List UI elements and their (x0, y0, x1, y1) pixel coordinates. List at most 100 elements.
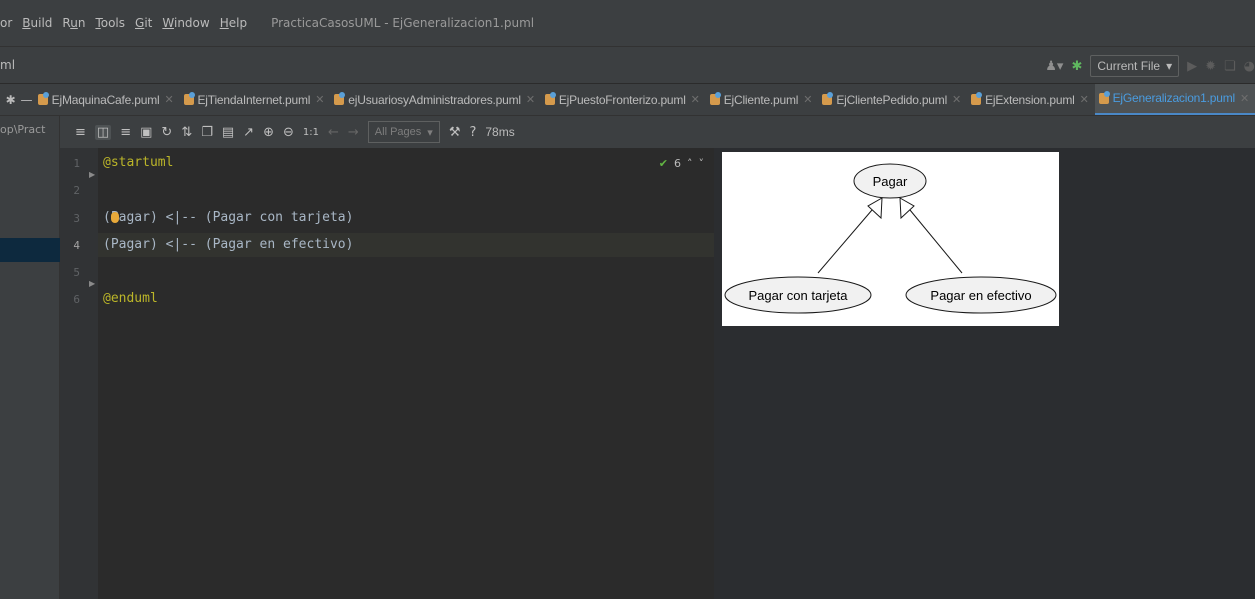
tab-ejcliente[interactable]: EjCliente.puml ✕ (706, 84, 819, 115)
minimize-icon[interactable]: — (19, 93, 33, 107)
chevron-up-icon[interactable]: ˄ (687, 157, 693, 170)
close-icon[interactable]: ✕ (315, 93, 324, 106)
diagram-svg: Pagar Pagar con tarjeta Pagar en efectiv… (724, 163, 1057, 314)
tab-label: EjPuestoFronterizo.puml (558, 92, 686, 107)
help-button[interactable]: ? (469, 125, 476, 140)
menu-item-build[interactable]: Build (22, 16, 52, 30)
split-view-icon[interactable]: ◫ (94, 124, 112, 140)
usecase-pagar-label: Pagar (873, 174, 908, 189)
editor-tabs: ✱ — EjMaquinaCafe.puml ✕ EjTiendaInternet… (0, 84, 1255, 116)
tab-ejmaquinacafe[interactable]: EjMaquinaCafe.puml ✕ (34, 84, 180, 115)
close-icon[interactable]: ✕ (691, 93, 700, 106)
puml-file-icon (334, 92, 346, 105)
puml-file-icon (1098, 90, 1110, 104)
zoom-out-icon[interactable]: ⊖ (283, 125, 294, 140)
editor-gutter: 1 2 3 4 5 6 ▶ ▶ (60, 148, 98, 599)
selected-project-row[interactable] (0, 238, 60, 262)
editor-only-icon[interactable]: ≡ (75, 125, 86, 140)
chevron-down-icon[interactable]: ˅ (699, 157, 705, 170)
profile-icon[interactable]: ◕ (1244, 59, 1255, 74)
code-line-6: @enduml (103, 291, 158, 306)
project-path[interactable]: op\Pract (0, 123, 60, 136)
menu-item-run[interactable]: Run (62, 16, 85, 30)
tab-label: EjExtension.puml (985, 92, 1075, 107)
tab-label: ejUsuariosyAdministradores.puml (348, 92, 521, 107)
inspection-count: 6 (674, 157, 681, 170)
settings-wrench-icon[interactable]: ⚒ (449, 125, 461, 140)
uml-diagram: Pagar Pagar con tarjeta Pagar en efectiv… (722, 152, 1059, 326)
diagram-preview: Pagar Pagar con tarjeta Pagar en efectiv… (714, 148, 1255, 599)
code-line-1: @startuml (103, 155, 174, 170)
tab-label: EjMaquinaCafe.puml (51, 92, 160, 107)
refresh-icon[interactable]: ↻ (161, 125, 172, 140)
fold-arrow-icon[interactable]: ▶ (89, 279, 95, 288)
run-toolbar: ♟▾ ✱ Current File ▾ ▶ ✹ ❏ ◕ (1045, 47, 1255, 85)
menu-item-help[interactable]: Help (220, 16, 247, 30)
menu-item-editor[interactable]: or (0, 16, 12, 30)
generalization-line-left (817, 209, 873, 274)
puml-file-icon (37, 92, 49, 105)
code-line-3: (Pagar) <|-- (Pagar con tarjeta) (103, 210, 354, 225)
menu-item-git[interactable]: Git (135, 16, 152, 30)
arrow-left-icon[interactable]: ← (328, 125, 339, 140)
copy-icon[interactable]: ❐ (201, 125, 213, 140)
breadcrumb[interactable]: ml (0, 58, 15, 72)
generalization-line-right (909, 209, 963, 274)
menu-item-window[interactable]: Window (162, 16, 209, 30)
usecase-pagar-en-efectivo-label: Pagar en efectivo (930, 288, 1031, 303)
generalization-arrowhead-left (867, 197, 883, 220)
close-icon[interactable]: ✕ (952, 93, 961, 106)
debug-icon[interactable]: ✹ (1205, 59, 1216, 74)
close-icon[interactable]: ✕ (164, 93, 173, 106)
tab-label: EjCliente.puml (723, 92, 799, 107)
tab-ejextension[interactable]: EjExtension.puml ✕ (967, 84, 1095, 115)
external-icon[interactable]: ↗ (243, 125, 254, 140)
close-icon[interactable]: ✕ (1080, 93, 1089, 106)
line-number: 4 (73, 239, 80, 252)
actual-size-button[interactable]: 1:1 (303, 127, 319, 138)
fold-arrow-icon[interactable]: ▶ (89, 170, 95, 179)
puml-file-icon (971, 92, 983, 105)
menu-item-tools[interactable]: Tools (95, 16, 125, 30)
puml-file-icon (709, 92, 721, 105)
save-icon[interactable]: ▤ (222, 125, 234, 140)
intention-bulb-icon[interactable] (111, 212, 119, 223)
close-icon[interactable]: ✕ (803, 93, 812, 106)
sync-icon[interactable]: ⇅ (181, 125, 192, 140)
tab-label: EjTiendaInternet.puml (197, 92, 311, 107)
coverage-icon[interactable]: ❏ (1224, 59, 1236, 74)
line-number: 6 (73, 293, 80, 306)
pages-label: All Pages (374, 126, 422, 138)
project-panel: op\Pract (0, 116, 60, 599)
tab-ejusuariosyadministradores[interactable]: ejUsuariosyAdministradores.puml ✕ (330, 84, 541, 115)
user-icon[interactable]: ♟▾ (1045, 59, 1063, 74)
puml-file-icon (822, 92, 834, 105)
check-icon: ✔ (658, 157, 668, 170)
run-configuration-dropdown[interactable]: Current File ▾ (1090, 55, 1180, 77)
arrow-right-icon[interactable]: → (348, 125, 359, 140)
close-icon[interactable]: ✕ (1240, 92, 1249, 105)
tab-ejclientepedido[interactable]: EjClientePedido.puml ✕ (818, 84, 967, 115)
generalization-arrowhead-right (899, 197, 915, 220)
image-icon[interactable]: ▣ (140, 125, 152, 140)
close-icon[interactable]: ✕ (526, 93, 535, 106)
puml-file-icon (183, 92, 195, 105)
window-title: PracticaCasosUML - EjGeneralizacion1.pum… (271, 16, 535, 30)
tab-label: EjGeneralizacion1.puml (1112, 91, 1236, 105)
tab-label: EjClientePedido.puml (836, 92, 948, 107)
preview-only-icon[interactable]: ≡ (120, 125, 131, 140)
tab-ejtiendainternet[interactable]: EjTiendaInternet.puml ✕ (180, 84, 331, 115)
run-icon[interactable]: ▶ (1187, 59, 1197, 74)
build-hammer-icon[interactable]: ✱ (1071, 59, 1082, 74)
chevron-down-icon: ▾ (1166, 59, 1173, 73)
code-editor[interactable]: ✔ 6 ˄ ˅ @startuml (Pagar) <|-- (Pagar co… (98, 148, 714, 599)
zoom-in-icon[interactable]: ⊕ (263, 125, 274, 140)
pages-dropdown[interactable]: All Pages ▾ (367, 121, 440, 143)
plantuml-toolbar: ≡ ◫ ≡ ▣ ↻ ⇅ ❐ ▤ ↗ ⊕ ⊖ 1:1 ← → All Pages … (60, 116, 1255, 148)
line-number: 5 (73, 266, 80, 279)
tab-ejpuestofronterizo[interactable]: EjPuestoFronterizo.puml ✕ (541, 84, 706, 115)
inspection-status[interactable]: ✔ 6 ˄ ˅ (659, 157, 704, 170)
tab-ejgeneralizacion1[interactable]: EjGeneralizacion1.puml ✕ (1094, 84, 1255, 115)
render-time: 78ms (485, 125, 515, 139)
gear-icon[interactable]: ✱ (2, 93, 19, 107)
